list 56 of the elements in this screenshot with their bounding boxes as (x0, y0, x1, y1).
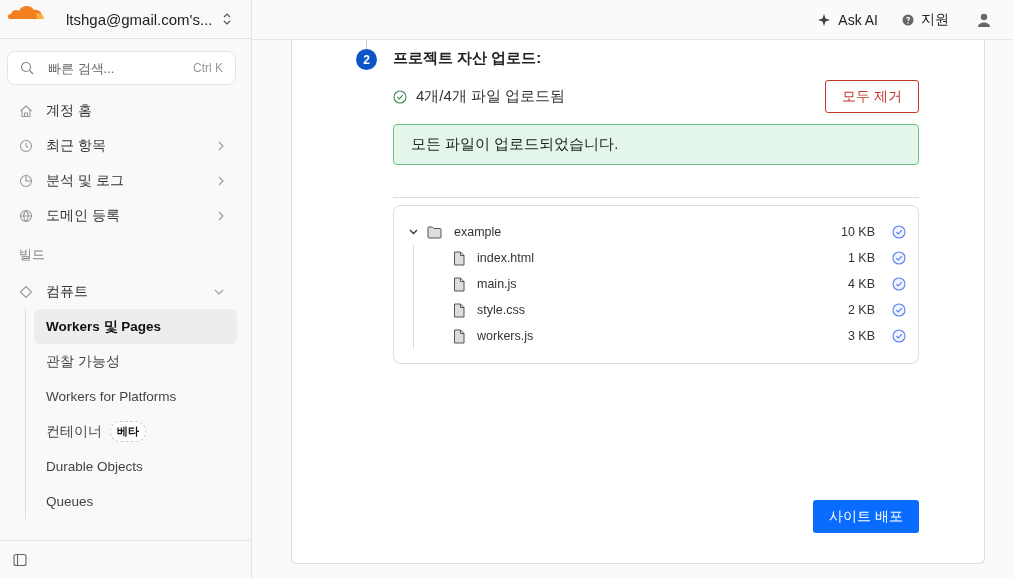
file-name: main.js (477, 277, 518, 291)
sidebar-item[interactable]: 컴퓨트 (0, 274, 251, 309)
file-name: style.css (477, 303, 526, 317)
section-label: 빌드 (18, 246, 46, 264)
chevron-right-icon (218, 175, 224, 186)
account-name[interactable]: ltshga@gmail.com's... (66, 10, 213, 28)
sidebar-subitem[interactable]: Queues (34, 484, 237, 519)
sidebar-item[interactable]: 분석 및 로그 (0, 163, 251, 198)
sidebar-subitem[interactable]: Workers 및 Pages (34, 309, 237, 344)
remove-all-button[interactable]: 모두 제거 (825, 80, 919, 113)
file-name: workers.js (477, 329, 535, 343)
file-icon (453, 250, 465, 266)
file-size: 3 KB (847, 329, 875, 343)
clock-icon (19, 138, 33, 153)
sidebar-subitem[interactable]: 컨테이너 베타 (34, 414, 237, 449)
step-number: 2 (356, 49, 377, 70)
file-size: 4 KB (847, 277, 875, 291)
file-size: 1 KB (847, 251, 875, 265)
sidebar-subitem[interactable]: 관찰 가능성 (34, 344, 237, 379)
user-icon[interactable] (977, 12, 991, 27)
sidebar-subitem[interactable]: Durable Objects (34, 449, 237, 484)
sparkle-icon (817, 12, 832, 27)
sidebar-item[interactable]: 도메인 등록 (0, 198, 251, 233)
check-circle-icon (393, 89, 407, 104)
success-alert: 모든 파일이 업로드되었습니다. (393, 124, 919, 165)
home-icon (19, 103, 33, 118)
sidebar-item[interactable]: 계정 홈 (0, 93, 251, 128)
sidebar-toggle-icon[interactable] (13, 552, 27, 567)
file-name: index.html (477, 251, 535, 265)
chevron-right-icon (218, 210, 224, 221)
support-button[interactable]: 지원 (898, 6, 953, 33)
beta-badge: 베타 (110, 421, 146, 442)
step-title: 프로젝트 자산 업로드: (393, 49, 543, 68)
cloud-logo-icon[interactable] (6, 4, 46, 20)
sidebar-item[interactable]: 최근 항목 (0, 128, 251, 163)
file-size: 10 KB (840, 225, 875, 239)
folder-icon (427, 225, 442, 239)
search-icon (20, 61, 34, 75)
expand-icon[interactable] (223, 12, 231, 26)
file-size: 2 KB (847, 303, 875, 317)
file-icon (453, 302, 465, 318)
folder-name: example (454, 225, 503, 239)
globe-icon (19, 208, 33, 223)
diamond-icon (19, 284, 33, 299)
file-icon (453, 328, 465, 344)
sidebar-subitem[interactable]: Workers for Platforms (34, 379, 237, 414)
deploy-button[interactable]: 사이트 배포 (813, 500, 919, 533)
help-icon (902, 13, 914, 26)
chevron-right-icon (218, 140, 224, 151)
pie-chart-icon (19, 173, 33, 188)
shortcut-hint: Ctrl K (193, 61, 223, 75)
upload-status: 4개/4개 파일 업로드됨 (416, 87, 566, 106)
search-field[interactable]: 빠른 검색... (46, 59, 181, 77)
file-icon (453, 276, 465, 292)
ask-ai-button[interactable]: Ask AI (813, 7, 882, 32)
chevron-down-icon[interactable] (409, 229, 418, 235)
